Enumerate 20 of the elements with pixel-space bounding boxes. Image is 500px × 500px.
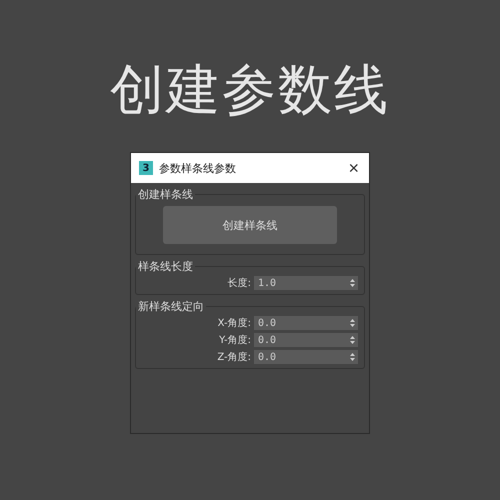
- app-icon: 3: [139, 161, 153, 175]
- dialog-title: 参数样条线参数: [159, 160, 237, 176]
- field-label: 长度:: [228, 276, 251, 290]
- group-title: 创建样条线: [137, 187, 194, 202]
- spinner-field[interactable]: 0.0: [254, 333, 358, 347]
- spinner-arrows-icon[interactable]: [350, 319, 355, 327]
- group-title: 新样条线定向: [137, 299, 205, 314]
- field-label: Z-角度:: [217, 350, 251, 364]
- spinner-field[interactable]: 0.0: [254, 316, 358, 330]
- spinner-arrows-icon[interactable]: [350, 279, 355, 287]
- group-title: 样条线长度: [137, 259, 194, 274]
- spinner-arrows-icon[interactable]: [350, 336, 355, 344]
- spinner-arrows-icon[interactable]: [350, 353, 355, 361]
- field-label: X-角度:: [218, 316, 251, 330]
- page-heading: 创建参数线: [110, 58, 390, 122]
- spinner-field[interactable]: 0.0: [254, 350, 358, 364]
- create-spline-button[interactable]: 创建样条线: [163, 206, 337, 244]
- spinner-field[interactable]: 1.0: [254, 276, 358, 290]
- field-label: Y-角度:: [219, 334, 251, 347]
- close-button[interactable]: ×: [346, 159, 361, 177]
